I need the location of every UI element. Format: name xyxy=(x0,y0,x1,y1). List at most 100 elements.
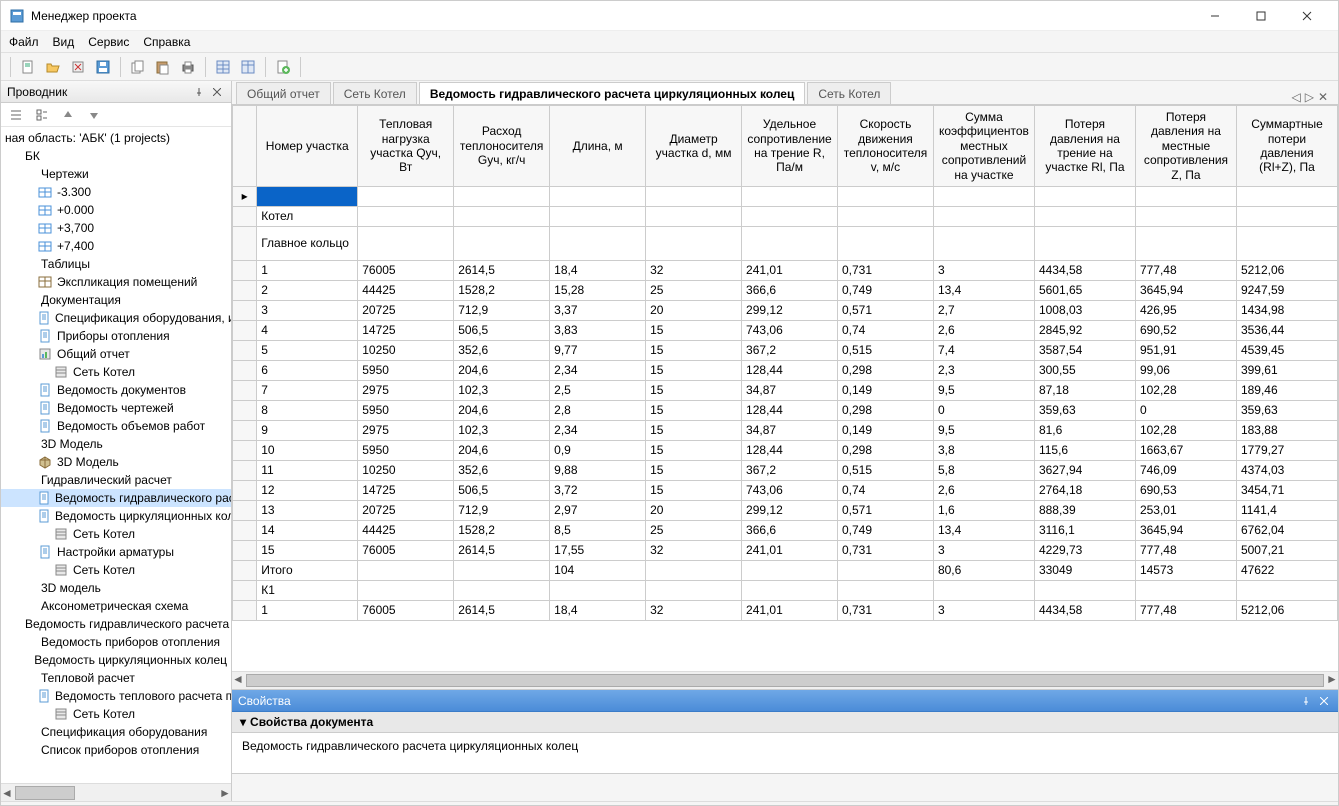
cell[interactable] xyxy=(1034,580,1135,600)
cell[interactable] xyxy=(358,186,454,206)
cell[interactable]: 102,28 xyxy=(1135,420,1236,440)
cell[interactable] xyxy=(838,580,934,600)
cell[interactable]: К1 xyxy=(257,580,358,600)
cell[interactable] xyxy=(550,580,646,600)
cell[interactable]: 0,9 xyxy=(550,440,646,460)
cell[interactable]: 32 xyxy=(646,540,742,560)
table-row[interactable]: 414725506,53,8315743,060,742,62845,92690… xyxy=(233,320,1338,340)
row-header[interactable] xyxy=(233,206,257,226)
cell[interactable]: 2614,5 xyxy=(454,600,550,620)
cell[interactable]: 2764,18 xyxy=(1034,480,1135,500)
tree-item[interactable]: 3D модель xyxy=(1,579,231,597)
cell[interactable]: 47622 xyxy=(1236,560,1337,580)
cell[interactable]: 2614,5 xyxy=(454,260,550,280)
tree-item[interactable]: Ведомость гидравлического расчета циркул… xyxy=(1,615,231,633)
tab[interactable]: Ведомость гидравлического расчета циркул… xyxy=(419,82,806,104)
cell[interactable]: 2614,5 xyxy=(454,540,550,560)
cell[interactable]: 189,46 xyxy=(1236,380,1337,400)
table-row[interactable]: 2444251528,215,2825366,60,74913,45601,65… xyxy=(233,280,1338,300)
cell[interactable]: 506,5 xyxy=(454,480,550,500)
cell[interactable]: 20725 xyxy=(358,500,454,520)
cell[interactable]: 8 xyxy=(257,400,358,420)
cell[interactable]: 0,149 xyxy=(838,420,934,440)
cell[interactable]: 2,3 xyxy=(933,360,1034,380)
cell[interactable]: 1141,4 xyxy=(1236,500,1337,520)
cell[interactable] xyxy=(1135,226,1236,260)
toolbar-table2-icon[interactable] xyxy=(237,56,259,78)
cell[interactable]: 204,6 xyxy=(454,440,550,460)
cell[interactable]: 2,6 xyxy=(933,320,1034,340)
cell[interactable]: 352,6 xyxy=(454,340,550,360)
tree-root[interactable]: ная область: 'АБК' (1 projects) xyxy=(1,129,231,147)
cell[interactable] xyxy=(358,226,454,260)
cell[interactable]: 2,8 xyxy=(550,400,646,420)
cell[interactable]: 777,48 xyxy=(1135,600,1236,620)
tree-item[interactable]: Сеть Котел xyxy=(1,705,231,723)
cell[interactable]: 5950 xyxy=(358,400,454,420)
cell[interactable] xyxy=(550,206,646,226)
column-header[interactable]: Потеря давления на трение на участке Rl,… xyxy=(1034,106,1135,187)
cell[interactable]: 426,95 xyxy=(1135,300,1236,320)
cell[interactable]: 204,6 xyxy=(454,400,550,420)
row-header[interactable] xyxy=(233,340,257,360)
cell[interactable] xyxy=(933,186,1034,206)
cell[interactable]: 18,4 xyxy=(550,600,646,620)
tree-item[interactable]: +3,700 xyxy=(1,219,231,237)
cell[interactable]: 300,55 xyxy=(1034,360,1135,380)
cell[interactable] xyxy=(742,186,838,206)
table-row[interactable]: 1110250352,69,8815367,20,5155,83627,9474… xyxy=(233,460,1338,480)
cell[interactable]: 0,298 xyxy=(838,400,934,420)
toolbar-open-icon[interactable] xyxy=(42,56,64,78)
cell[interactable]: 777,48 xyxy=(1135,540,1236,560)
row-header[interactable] xyxy=(233,580,257,600)
menu-view[interactable]: Вид xyxy=(53,35,75,49)
cell[interactable]: 80,6 xyxy=(933,560,1034,580)
tree-item[interactable]: Ведомость документов xyxy=(1,381,231,399)
cell[interactable]: 1008,03 xyxy=(1034,300,1135,320)
cell[interactable]: 0,571 xyxy=(838,500,934,520)
row-header[interactable] xyxy=(233,280,257,300)
cell[interactable] xyxy=(646,226,742,260)
tree-item[interactable]: +7,400 xyxy=(1,237,231,255)
tree[interactable]: ная область: 'АБК' (1 projects) БКЧертеж… xyxy=(1,127,231,783)
pin-icon[interactable] xyxy=(191,84,207,100)
grid-scrollbar[interactable]: ◄ ► xyxy=(232,671,1338,689)
column-header[interactable]: Удельное сопротивление на трение R, Па/м xyxy=(742,106,838,187)
cell[interactable] xyxy=(933,206,1034,226)
cell[interactable]: 2975 xyxy=(358,420,454,440)
tree-list-icon[interactable] xyxy=(5,104,27,126)
cell[interactable]: 14725 xyxy=(358,480,454,500)
cell[interactable]: 367,2 xyxy=(742,460,838,480)
cell[interactable]: 359,63 xyxy=(1034,400,1135,420)
table-row[interactable]: 105950204,60,915128,440,2983,8115,61663,… xyxy=(233,440,1338,460)
cell[interactable]: 87,18 xyxy=(1034,380,1135,400)
tab-close-icon[interactable]: ✕ xyxy=(1318,90,1328,104)
cell[interactable]: 352,6 xyxy=(454,460,550,480)
tree-item[interactable]: Ведомость циркуляционных колец xyxy=(1,507,231,525)
cell[interactable]: 5950 xyxy=(358,440,454,460)
props-section[interactable]: ▾ Свойства документа xyxy=(232,712,1338,733)
cell[interactable]: 0,298 xyxy=(838,440,934,460)
row-header[interactable] xyxy=(233,520,257,540)
cell[interactable] xyxy=(742,580,838,600)
cell[interactable]: Итого xyxy=(257,560,358,580)
cell[interactable]: 18,4 xyxy=(550,260,646,280)
cell[interactable] xyxy=(358,206,454,226)
column-header[interactable]: Длина, м xyxy=(550,106,646,187)
cell[interactable]: 0,731 xyxy=(838,600,934,620)
cell[interactable]: 2,34 xyxy=(550,360,646,380)
tab[interactable]: Сеть Котел xyxy=(807,82,891,104)
tree-item[interactable]: Ведомость объемов работ xyxy=(1,417,231,435)
cell[interactable]: 1,6 xyxy=(933,500,1034,520)
cell[interactable]: 15,28 xyxy=(550,280,646,300)
row-header[interactable] xyxy=(233,500,257,520)
tree-item[interactable]: Ведомость гидравлического расчета циркул… xyxy=(1,489,231,507)
cell[interactable]: 366,6 xyxy=(742,520,838,540)
cell[interactable] xyxy=(1236,580,1337,600)
row-header[interactable] xyxy=(233,260,257,280)
tree-item[interactable]: Сеть Котел xyxy=(1,561,231,579)
cell[interactable]: 15 xyxy=(646,360,742,380)
cell[interactable]: 7 xyxy=(257,380,358,400)
cell[interactable] xyxy=(933,226,1034,260)
cell[interactable]: 3627,94 xyxy=(1034,460,1135,480)
